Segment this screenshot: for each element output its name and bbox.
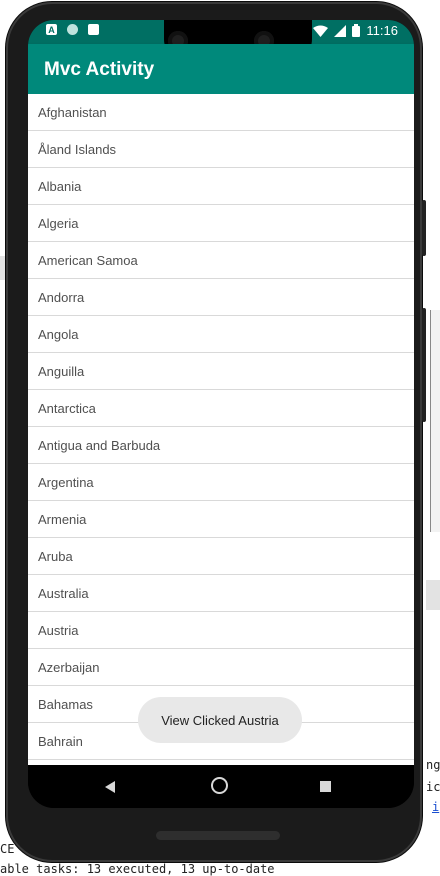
list-item[interactable]: Antarctica xyxy=(28,390,414,427)
circle-notification-icon xyxy=(67,24,78,35)
list-item[interactable]: Austria xyxy=(28,612,414,649)
list-item[interactable]: Åland Islands xyxy=(28,131,414,168)
home-icon[interactable] xyxy=(211,777,228,794)
bottom-speaker xyxy=(156,831,280,840)
background-ide-divider xyxy=(426,580,440,610)
status-time: 11:16 xyxy=(366,23,398,38)
volume-button[interactable] xyxy=(422,308,426,422)
power-button[interactable] xyxy=(422,200,426,256)
list-item[interactable]: Andorra xyxy=(28,279,414,316)
back-icon[interactable] xyxy=(105,781,115,793)
list-item[interactable]: American Samoa xyxy=(28,242,414,279)
list-item[interactable]: Angola xyxy=(28,316,414,353)
list-item[interactable]: Anguilla xyxy=(28,353,414,390)
cell-signal-icon xyxy=(334,24,347,37)
a-notification-icon: A xyxy=(46,24,57,35)
list-item[interactable]: Argentina xyxy=(28,464,414,501)
phone-frame: A 11:16 Mvc Activity Afghanistan Åland I… xyxy=(6,2,426,862)
app-bar: Mvc Activity xyxy=(28,44,414,94)
background-console-text: CE xyxy=(0,842,15,856)
background-ide-panel-border xyxy=(430,310,440,532)
background-console-text: ng xyxy=(426,758,440,772)
battery-icon xyxy=(352,24,361,37)
list-item[interactable]: Algeria xyxy=(28,205,414,242)
toast-message: View Clicked Austria xyxy=(138,697,302,743)
sd-card-icon xyxy=(88,24,99,35)
recents-icon[interactable] xyxy=(320,781,331,792)
background-console-text: ic xyxy=(426,780,440,794)
app-title: Mvc Activity xyxy=(44,59,155,80)
navigation-bar xyxy=(28,765,414,808)
list-item[interactable]: Australia xyxy=(28,575,414,612)
list-item[interactable]: Antigua and Barbuda xyxy=(28,427,414,464)
list-item[interactable]: Armenia xyxy=(28,501,414,538)
list-item[interactable]: Afghanistan xyxy=(28,94,414,131)
background-build-output: able tasks: 13 executed, 13 up-to-date xyxy=(0,862,275,876)
background-console-link[interactable]: i xyxy=(432,800,439,814)
device-screen: A 11:16 Mvc Activity Afghanistan Åland I… xyxy=(28,20,414,808)
wifi-icon xyxy=(313,25,329,37)
list-item[interactable]: Aruba xyxy=(28,538,414,575)
list-item[interactable]: Azerbaijan xyxy=(28,649,414,686)
list-item[interactable]: Albania xyxy=(28,168,414,205)
country-list[interactable]: Afghanistan Åland Islands Albania Algeri… xyxy=(28,94,414,765)
